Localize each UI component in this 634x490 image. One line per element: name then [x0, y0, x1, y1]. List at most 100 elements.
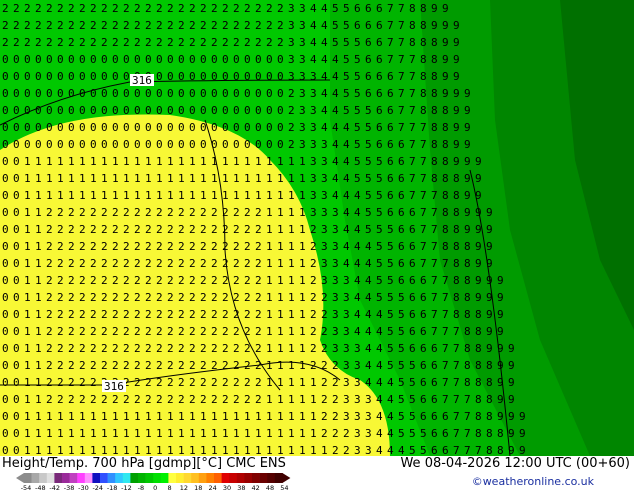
grid-value: 2	[233, 2, 240, 15]
grid-value: 2	[13, 36, 20, 49]
grid-value: 0	[2, 223, 9, 236]
grid-value: 6	[409, 240, 416, 253]
grid-value: 1	[222, 189, 229, 202]
grid-value: 0	[200, 121, 207, 134]
grid-value: 2	[200, 257, 207, 270]
grid-value: 7	[420, 189, 427, 202]
grid-value: 0	[35, 87, 42, 100]
grid-value: 7	[453, 359, 460, 372]
grid-value: 2	[244, 291, 251, 304]
grid-value: 1	[200, 427, 207, 440]
grid-value: 2	[222, 274, 229, 287]
grid-value: 2	[255, 393, 262, 406]
grid-value: 0	[167, 87, 174, 100]
contour-label: 316	[132, 74, 152, 87]
credit-link[interactable]: ©weatheronline.co.uk	[472, 475, 594, 488]
grid-value: 2	[178, 308, 185, 321]
grid-value: 4	[376, 444, 383, 456]
grid-value: 3	[310, 70, 317, 83]
grid-value: 3	[299, 121, 306, 134]
grid-value: 2	[123, 274, 130, 287]
grid-value: 9	[464, 138, 471, 151]
grid-value: 1	[35, 444, 42, 456]
grid-value: 1	[35, 427, 42, 440]
grid-value: 2	[145, 206, 152, 219]
grid-value: 0	[79, 121, 86, 134]
grid-value: 2	[332, 444, 339, 456]
grid-value: 2	[222, 36, 229, 49]
grid-value: 3	[321, 172, 328, 185]
grid-value: 2	[57, 240, 64, 253]
grid-value: 6	[376, 138, 383, 151]
grid-value: 4	[387, 376, 394, 389]
grid-value: 2	[200, 19, 207, 32]
grid-value: 2	[123, 19, 130, 32]
grid-value: 0	[134, 138, 141, 151]
grid-value: 5	[365, 121, 372, 134]
grid-value: 1	[101, 172, 108, 185]
grid-value: 2	[79, 308, 86, 321]
grid-value: 2	[57, 342, 64, 355]
legend-swatch	[46, 473, 55, 483]
grid-value: 2	[145, 19, 152, 32]
grid-value: 1	[266, 427, 273, 440]
legend-swatch	[274, 473, 283, 483]
grid-value: 0	[13, 53, 20, 66]
grid-value: 4	[343, 121, 350, 134]
grid-value: 1	[244, 155, 251, 168]
grid-value: 2	[222, 206, 229, 219]
grid-value: 7	[442, 274, 449, 287]
grid-value: 7	[442, 359, 449, 372]
grid-value: 3	[365, 393, 372, 406]
grid-value: 1	[68, 172, 75, 185]
grid-value: 2	[145, 36, 152, 49]
grid-value: 9	[453, 104, 460, 117]
grid-value: 1	[266, 291, 273, 304]
legend-swatch	[236, 473, 245, 483]
grid-value: 2	[68, 325, 75, 338]
grid-value: 6	[387, 104, 394, 117]
grid-value: 0	[167, 138, 174, 151]
grid-value: 2	[57, 36, 64, 49]
grid-value: 1	[35, 155, 42, 168]
grid-value: 0	[13, 257, 20, 270]
grid-value: 2	[189, 36, 196, 49]
grid-value: 2	[233, 393, 240, 406]
grid-value: 2	[46, 19, 53, 32]
grid-value: 9	[497, 410, 504, 423]
grid-value: 1	[90, 427, 97, 440]
grid-value: 6	[365, 53, 372, 66]
grid-value: 2	[233, 206, 240, 219]
grid-value: 0	[222, 53, 229, 66]
grid-value: 2	[123, 36, 130, 49]
grid-value: 1	[310, 427, 317, 440]
grid-value: 1	[35, 393, 42, 406]
grid-value: 2	[90, 308, 97, 321]
grid-value: 2	[178, 240, 185, 253]
grid-value: 2	[288, 121, 295, 134]
grid-value: 5	[387, 342, 394, 355]
grid-value: 0	[2, 376, 9, 389]
grid-value: 1	[255, 410, 262, 423]
grid-value: 9	[486, 257, 493, 270]
grid-value: 7	[453, 342, 460, 355]
grid-value: 3	[299, 70, 306, 83]
grid-value: 1	[134, 410, 141, 423]
grid-value: 5	[376, 206, 383, 219]
grid-value: 1	[200, 189, 207, 202]
grid-value: 8	[431, 121, 438, 134]
grid-value: 0	[13, 206, 20, 219]
forecast-datetime: We 08-04-2026 12:00 UTC (00+60)	[400, 456, 630, 471]
grid-value: 9	[497, 359, 504, 372]
grid-value: 5	[398, 308, 405, 321]
grid-value: 4	[354, 257, 361, 270]
grid-value: 5	[365, 172, 372, 185]
grid-value: 6	[442, 410, 449, 423]
grid-value: 5	[354, 87, 361, 100]
grid-value: 6	[431, 393, 438, 406]
grid-value: 4	[343, 257, 350, 270]
grid-value: 5	[409, 376, 416, 389]
grid-value: 4	[365, 376, 372, 389]
grid-value: 0	[211, 104, 218, 117]
grid-value: 6	[409, 206, 416, 219]
